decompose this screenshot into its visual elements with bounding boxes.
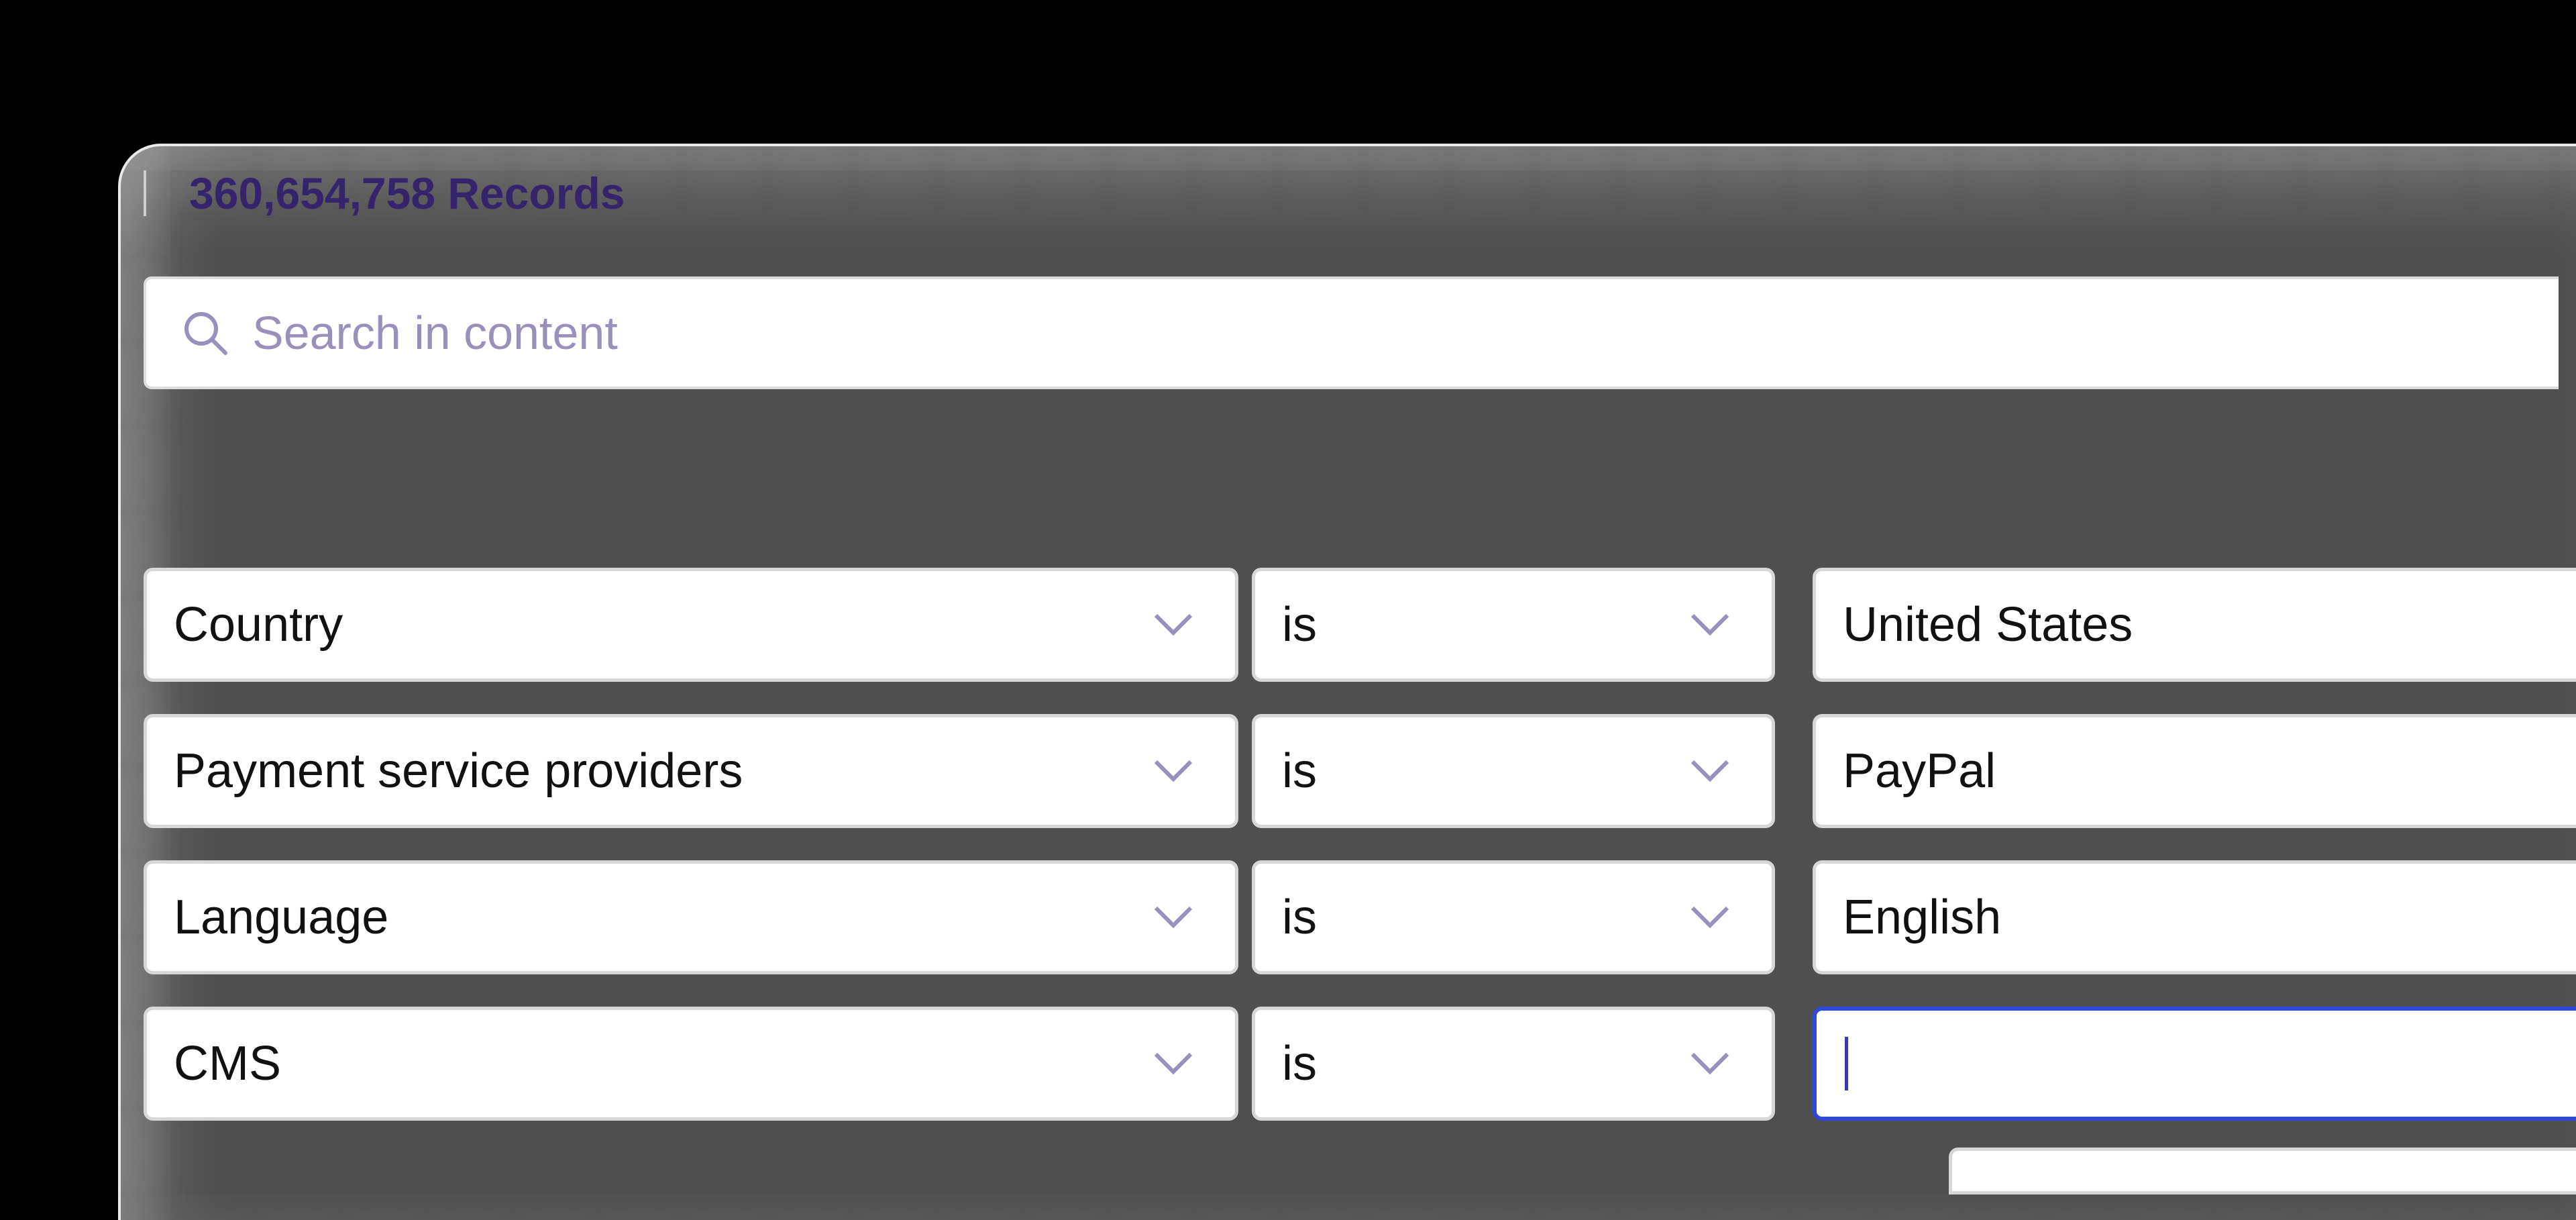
chevron-down-icon <box>1154 760 1193 782</box>
text-cursor <box>1845 1037 1848 1090</box>
chevron-down-icon <box>1154 906 1193 929</box>
attribute-select[interactable]: Country <box>144 568 1238 682</box>
chevron-down-icon <box>1154 613 1193 636</box>
attribute-select[interactable]: Payment service providers <box>144 714 1238 828</box>
operator-value: is <box>1282 598 1317 652</box>
attribute-select[interactable]: CMS <box>144 1007 1238 1121</box>
value-input[interactable]: United States <box>1813 568 2576 682</box>
value-text: English <box>1843 891 2002 944</box>
operator-value: is <box>1282 1037 1317 1090</box>
operator-select[interactable]: is <box>1252 1007 1775 1121</box>
chevron-down-icon <box>1154 1052 1193 1075</box>
records-header: 360,654,758 Records <box>144 168 625 219</box>
value-text: United States <box>1843 598 2133 652</box>
attribute-value: Payment service providers <box>174 744 743 798</box>
attribute-value: Country <box>174 598 343 652</box>
attribute-value: Language <box>174 891 389 944</box>
value-input-focused[interactable] <box>1813 1007 2576 1121</box>
operator-value: is <box>1282 744 1317 798</box>
chevron-down-icon <box>1690 760 1729 782</box>
operator-value: is <box>1282 891 1317 944</box>
operator-select[interactable]: is <box>1252 568 1775 682</box>
operator-select[interactable]: is <box>1252 714 1775 828</box>
chevron-down-icon <box>1690 613 1729 636</box>
value-text: PayPal <box>1843 744 1996 798</box>
search-input[interactable]: Search in content <box>144 276 2559 389</box>
attribute-value: CMS <box>174 1037 281 1090</box>
chevron-down-icon <box>1690 1052 1729 1075</box>
search-placeholder: Search in content <box>252 307 618 359</box>
value-input[interactable]: PayPal <box>1813 714 2576 828</box>
records-count: 360,654,758 Records <box>189 168 625 218</box>
dropdown-suggestions[interactable] <box>1949 1148 2576 1194</box>
header-divider <box>144 170 146 216</box>
chevron-down-icon <box>1690 906 1729 929</box>
search-icon <box>184 312 227 355</box>
attribute-select[interactable]: Language <box>144 860 1238 974</box>
value-input[interactable]: English <box>1813 860 2576 974</box>
operator-select[interactable]: is <box>1252 860 1775 974</box>
